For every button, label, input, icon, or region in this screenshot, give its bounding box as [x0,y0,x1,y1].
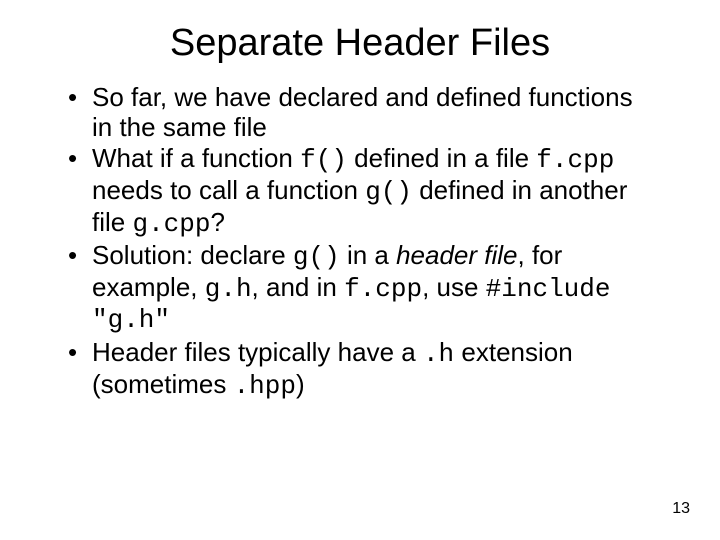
bullet-list: So far, we have declared and defined fun… [92,83,658,401]
code: f() [300,145,347,175]
text: ? [210,207,224,237]
text: , use [422,272,486,302]
text: What if a function [92,143,300,173]
text: Solution: declare [92,240,293,270]
slide-title: Separate Header Files [0,0,720,83]
slide: Separate Header Files So far, we have de… [0,0,720,540]
list-item: Header files typically have a .h extensi… [92,338,658,401]
code: f.cpp [344,274,422,304]
text: in a [340,240,396,270]
code: .h [423,339,454,369]
code: .hpp [234,371,296,401]
slide-body: So far, we have declared and defined fun… [0,83,720,401]
text: So far, we have declared and defined fun… [92,82,633,142]
code: g() [365,177,412,207]
code: g.cpp [132,209,210,239]
text: defined in a file [347,143,536,173]
italic-text: header file [396,240,517,270]
text: needs to call a function [92,175,365,205]
code: g.h [205,274,252,304]
list-item: So far, we have declared and defined fun… [92,83,658,142]
list-item: Solution: declare g() in a header file, … [92,241,658,336]
code: g() [293,242,340,272]
text: ) [296,369,305,399]
text: Header files typically have a [92,337,423,367]
code: f.cpp [536,145,614,175]
list-item: What if a function f() defined in a file… [92,144,658,239]
text: , and in [252,272,345,302]
page-number: 13 [672,500,690,518]
